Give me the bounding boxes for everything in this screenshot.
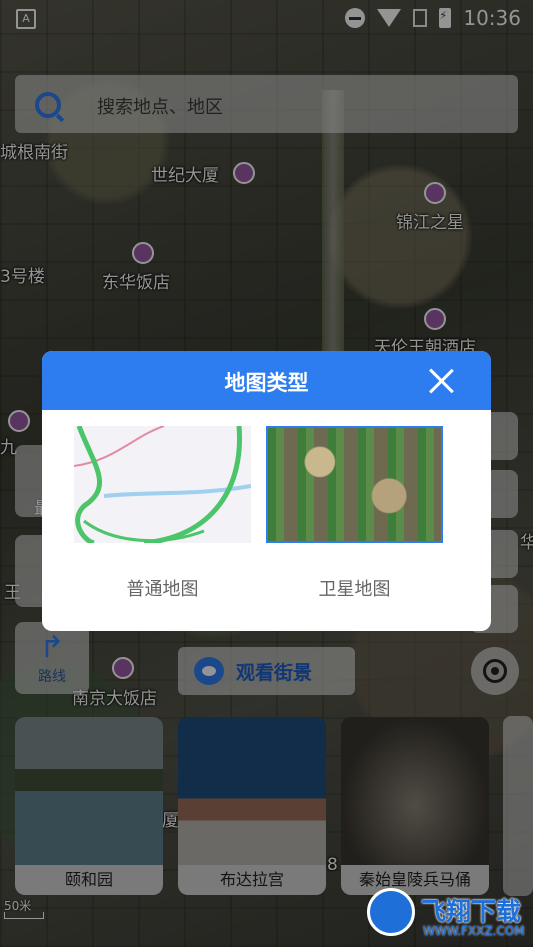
normal-map-label[interactable]: 普通地图 xyxy=(74,575,251,601)
watermark-brand: 飞翔下载 xyxy=(421,897,522,926)
watermark-logo-icon xyxy=(367,888,415,936)
satellite-map-thumbnail[interactable] xyxy=(266,426,443,543)
close-icon[interactable] xyxy=(427,367,455,395)
watermark-url: WWW.FXXZ.COM xyxy=(423,924,525,938)
watermark: 飞翔下载 WWW.FXXZ.COM xyxy=(365,886,525,944)
satellite-map-label[interactable]: 卫星地图 xyxy=(266,575,443,601)
dialog-header: 地图类型 xyxy=(42,351,491,410)
normal-map-thumbnail[interactable] xyxy=(74,426,251,543)
map-type-dialog: 地图类型 普通地图 卫星地图 xyxy=(42,351,491,631)
dialog-title: 地图类型 xyxy=(224,371,309,395)
normal-map-preview xyxy=(74,426,251,543)
